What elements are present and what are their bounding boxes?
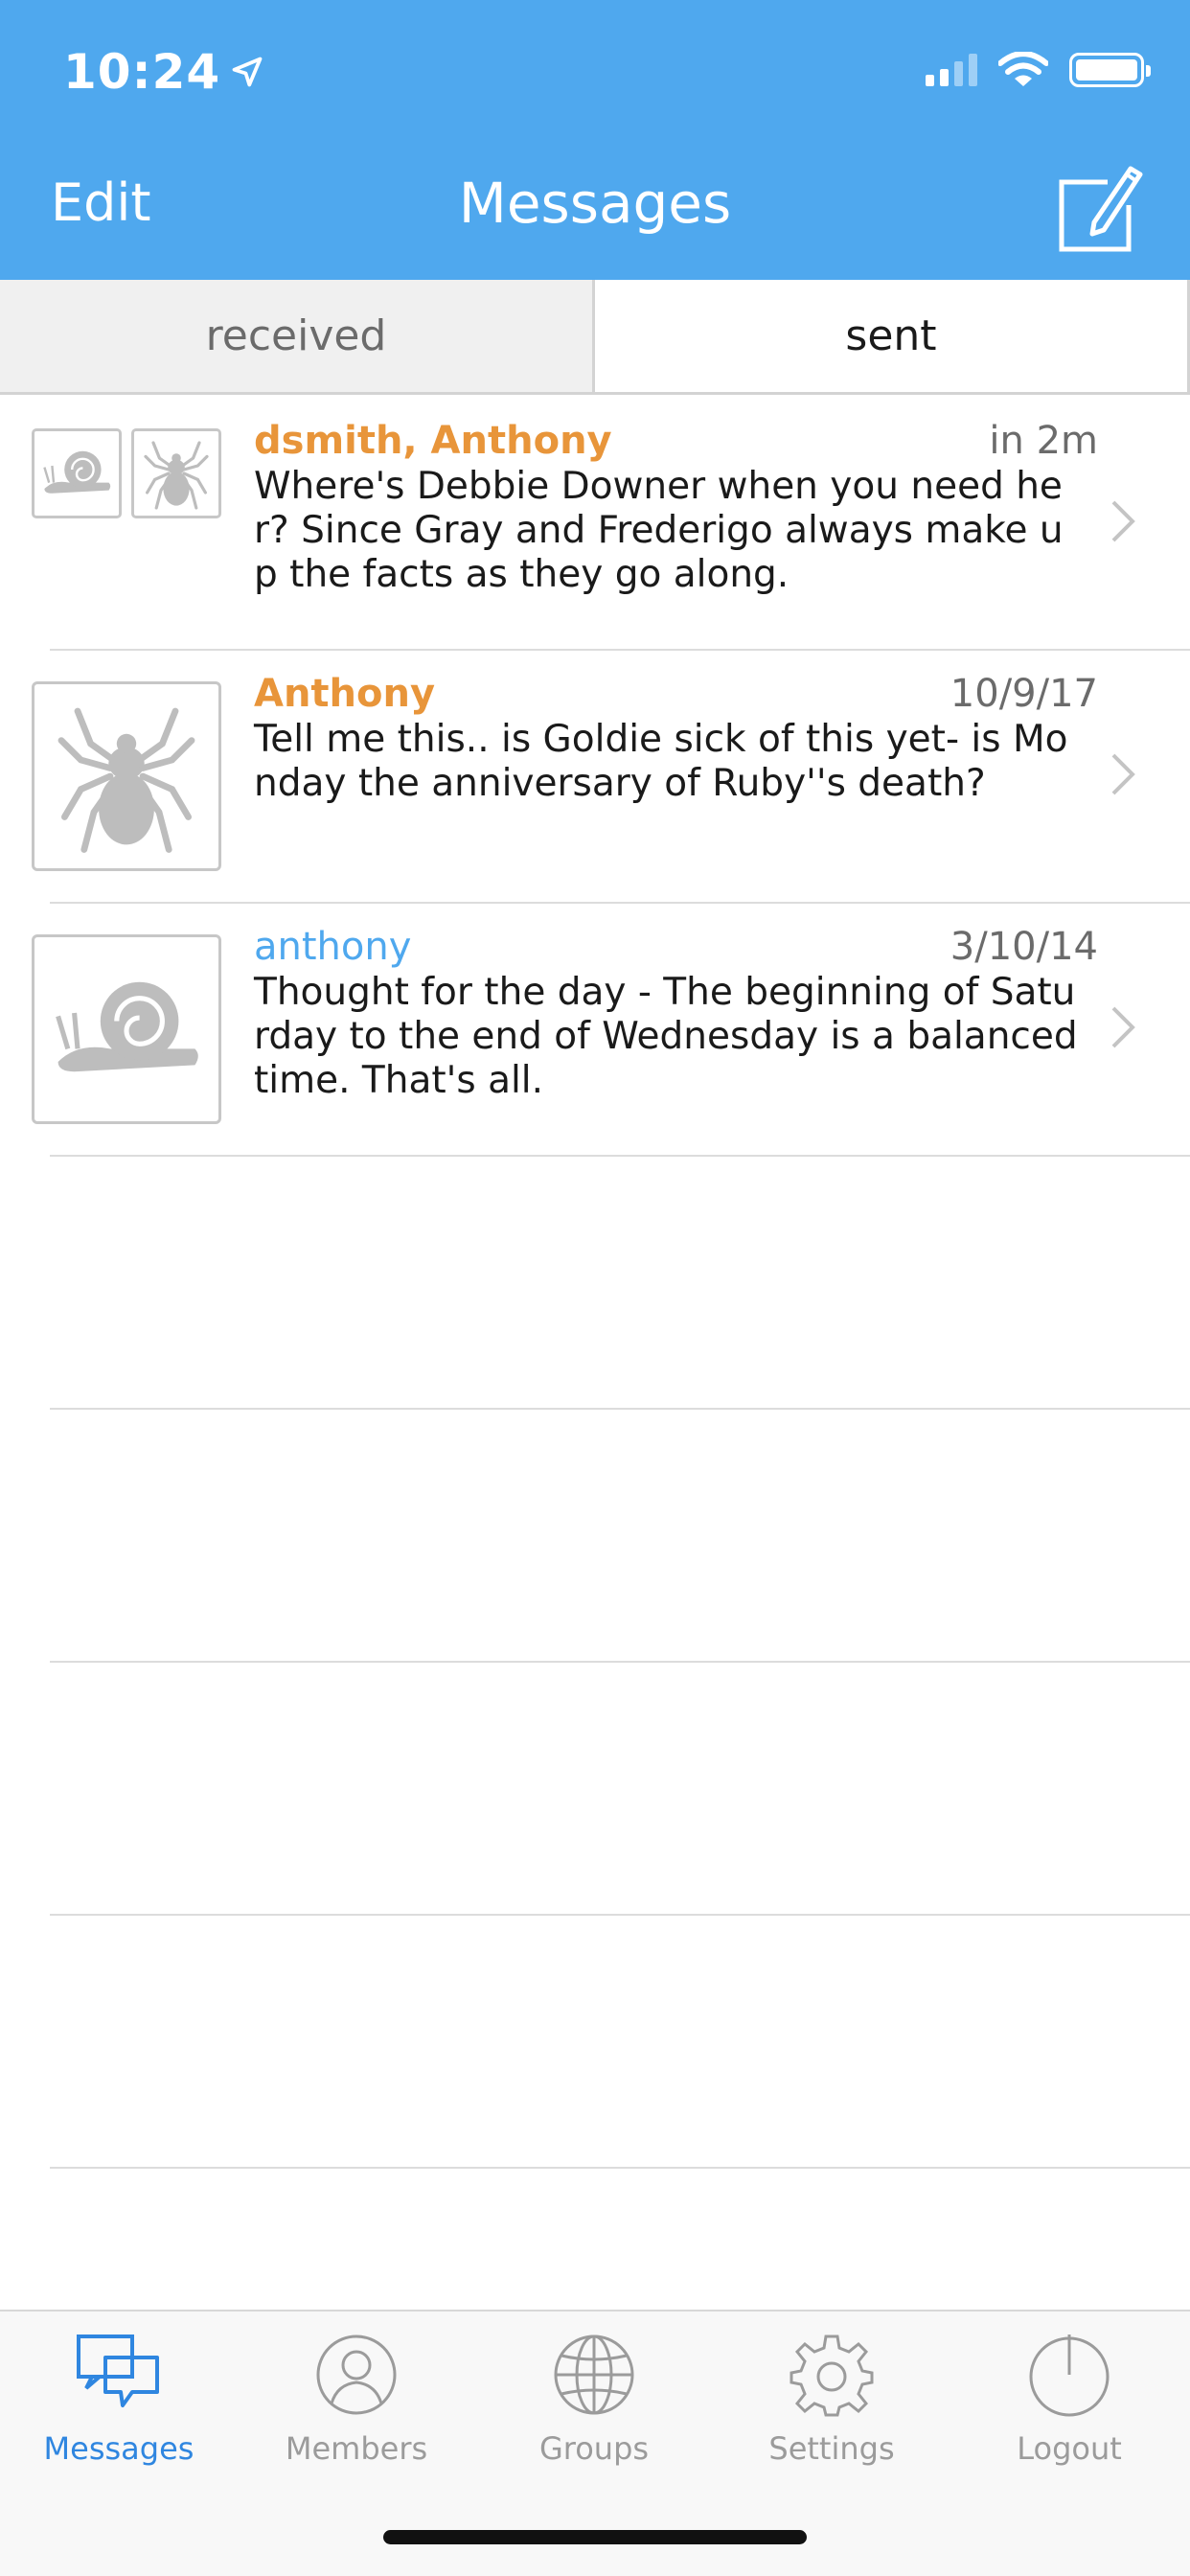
message-preview: Thought for the day - The beginning of S… [254, 971, 1078, 1102]
tab-label: Logout [1017, 2430, 1122, 2467]
spider-icon [45, 695, 208, 858]
spider-icon [138, 435, 215, 512]
avatar [32, 681, 221, 871]
gear-icon [790, 2334, 874, 2417]
tab-label: Messages [43, 2430, 195, 2467]
message-date: 10/9/17 [950, 672, 1098, 716]
message-sender: dsmith, Anthony [254, 419, 612, 463]
person-icon [316, 2334, 397, 2415]
edit-button[interactable]: Edit [51, 172, 151, 233]
message-preview: Where's Debbie Downer when you need her?… [254, 465, 1064, 596]
header: 10:24 Edit Messages [0, 0, 1190, 280]
segmented-control: received sent [0, 280, 1190, 395]
tab-settings[interactable]: Settings [713, 2329, 950, 2467]
cellular-signal-icon [926, 54, 977, 86]
compose-icon[interactable] [1054, 165, 1144, 255]
tab-logout[interactable]: Logout [950, 2329, 1188, 2467]
tab-messages[interactable]: Messages [0, 2329, 238, 2467]
snail-icon [38, 435, 115, 512]
row-divider [50, 2167, 1190, 2169]
empty-row [0, 1410, 1190, 1663]
message-sender: Anthony [254, 672, 436, 716]
message-row[interactable]: dsmith, Anthony in 2m Where's Debbie Dow… [0, 398, 1190, 651]
status-indicators [926, 52, 1151, 88]
message-preview: Tell me this.. is Goldie sick of this ye… [254, 718, 1068, 805]
tab-members[interactable]: Members [238, 2329, 475, 2467]
message-sender: anthony [254, 925, 412, 969]
status-time: 10:24 [63, 44, 264, 100]
tab-groups[interactable]: Groups [475, 2329, 713, 2467]
empty-row [0, 1916, 1190, 2169]
message-row[interactable]: Anthony 10/9/17 Tell me this.. is Goldie… [0, 651, 1190, 904]
tab-label: Groups [538, 2430, 650, 2467]
home-indicator[interactable] [383, 2530, 807, 2544]
page-title: Messages [458, 171, 732, 236]
message-list: dsmith, Anthony in 2m Where's Debbie Dow… [0, 398, 1190, 2169]
avatar [131, 428, 221, 518]
empty-row [0, 1663, 1190, 1916]
battery-icon [1069, 53, 1151, 87]
globe-icon [554, 2334, 634, 2415]
chevron-right-icon [1111, 500, 1135, 542]
tab-label: Members [285, 2430, 428, 2467]
snail-icon [45, 948, 208, 1111]
message-row[interactable]: anthony 3/10/14 Thought for the day - Th… [0, 904, 1190, 1157]
segment-sent[interactable]: sent [595, 280, 1190, 392]
wifi-icon [998, 52, 1048, 86]
segment-received[interactable]: received [0, 280, 595, 392]
avatar [32, 934, 221, 1124]
chevron-right-icon [1111, 1006, 1135, 1048]
location-arrow-icon [232, 57, 263, 87]
avatar [32, 428, 122, 518]
chevron-right-icon [1111, 753, 1135, 795]
power-icon [1029, 2334, 1110, 2417]
empty-row [0, 1157, 1190, 1410]
tab-label: Settings [768, 2430, 895, 2467]
chat-bubbles-icon [77, 2334, 159, 2407]
message-date: 3/10/14 [950, 925, 1098, 969]
avatar-group [32, 428, 221, 518]
message-date: in 2m [989, 419, 1098, 463]
